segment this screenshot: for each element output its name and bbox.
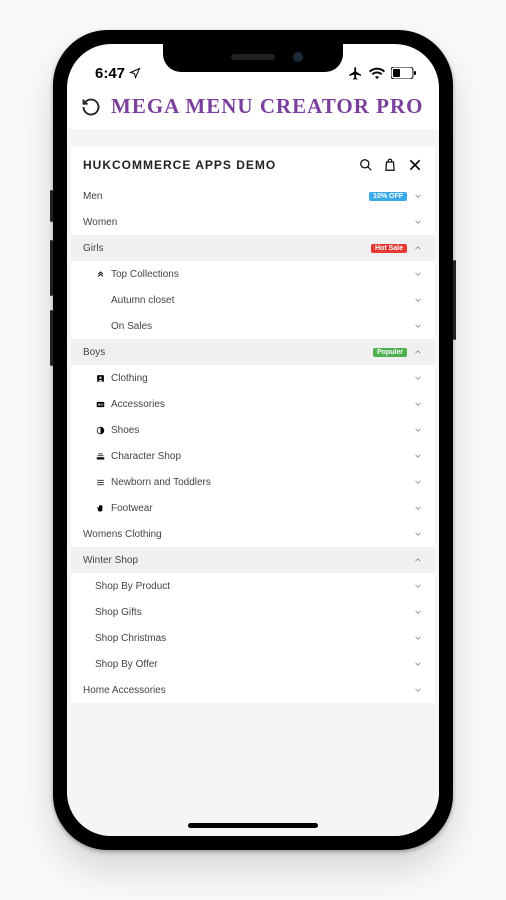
chevron-down-icon (413, 607, 423, 617)
chevron-down-icon (413, 529, 423, 539)
submenu-autumn-closet[interactable]: Autumn closet (71, 287, 435, 313)
wifi-icon (369, 67, 385, 79)
menu-item-girls[interactable]: Girls Hot Sale (71, 235, 435, 261)
chevron-down-icon (413, 269, 423, 279)
chevron-down-icon (413, 217, 423, 227)
volume-up (50, 240, 53, 296)
card-icon (95, 400, 105, 409)
airplane-icon (348, 66, 363, 81)
badge-popular: Populer (373, 348, 407, 357)
phone-notch (163, 44, 343, 72)
app-title: MEGA MENU CREATOR PRO (111, 94, 423, 119)
chevron-down-icon (413, 191, 423, 201)
app-bar: MEGA MENU CREATOR PRO (67, 88, 439, 129)
bag-icon[interactable] (383, 158, 397, 172)
contrast-icon (95, 426, 105, 435)
volume-down (50, 310, 53, 366)
home-indicator[interactable] (188, 823, 318, 828)
menu-item-home-accessories[interactable]: Home Accessories (71, 677, 435, 703)
double-chevron-up-icon (95, 270, 105, 279)
chevron-down-icon (413, 399, 423, 409)
submenu-on-sales[interactable]: On Sales (71, 313, 435, 339)
menu-label: Girls (83, 243, 365, 254)
menu-label: Boys (83, 347, 367, 358)
chevron-up-icon (413, 243, 423, 253)
menu-label: Winter Shop (83, 555, 407, 566)
submenu-label: Shoes (111, 425, 407, 436)
chevron-down-icon (413, 425, 423, 435)
badge-discount: 10% OFF (369, 192, 407, 201)
content-area: HUKCOMMERCE APPS DEMO Men 10% OFF (67, 129, 439, 836)
chevron-down-icon (413, 659, 423, 669)
chevron-up-icon (413, 347, 423, 357)
menu-label: Home Accessories (83, 685, 407, 696)
menu-item-men[interactable]: Men 10% OFF (71, 183, 435, 209)
submenu-label: Shop By Product (95, 581, 407, 592)
submenu-label: Newborn and Toddlers (111, 477, 407, 488)
menu-label: Women (83, 217, 407, 228)
chevron-down-icon (413, 295, 423, 305)
submenu-label: Character Shop (111, 451, 407, 462)
menu-item-womens-clothing[interactable]: Womens Clothing (71, 521, 435, 547)
submenu-character-shop[interactable]: Character Shop (71, 443, 435, 469)
chevron-down-icon (413, 633, 423, 643)
chevron-down-icon (413, 581, 423, 591)
person-card-icon (95, 374, 105, 383)
chevron-down-icon (413, 503, 423, 513)
menu-item-boys[interactable]: Boys Populer (71, 339, 435, 365)
chevron-down-icon (413, 321, 423, 331)
submenu-label: Clothing (111, 373, 407, 384)
chevron-down-icon (413, 685, 423, 695)
chevron-down-icon (413, 373, 423, 383)
refresh-icon[interactable] (81, 97, 101, 117)
submenu-label: Top Collections (111, 269, 407, 280)
search-icon[interactable] (359, 158, 373, 172)
submenu-label: Footwear (111, 503, 407, 514)
phone-frame: 6:47 MEGA MENU CREATOR PRO HUKCOMMER (53, 30, 453, 850)
power-button (453, 260, 456, 340)
mute-switch (50, 190, 53, 222)
chevron-up-icon (413, 555, 423, 565)
close-icon[interactable] (407, 157, 423, 173)
submenu-label: Shop Gifts (95, 607, 407, 618)
submenu-shop-by-product[interactable]: Shop By Product (71, 573, 435, 599)
site-header: HUKCOMMERCE APPS DEMO (71, 147, 435, 183)
submenu-label: Autumn closet (111, 295, 407, 306)
badge-hot-sale: Hot Sale (371, 244, 407, 253)
menu-label: Womens Clothing (83, 529, 407, 540)
site-title: HUKCOMMERCE APPS DEMO (83, 158, 276, 172)
submenu-shop-by-offer[interactable]: Shop By Offer (71, 651, 435, 677)
submenu-shop-christmas[interactable]: Shop Christmas (71, 625, 435, 651)
submenu-shop-gifts[interactable]: Shop Gifts (71, 599, 435, 625)
list-icon (95, 478, 105, 487)
menu-label: Men (83, 191, 363, 202)
submenu-label: Shop By Offer (95, 659, 407, 670)
submenu-top-collections[interactable]: Top Collections (71, 261, 435, 287)
submenu-label: On Sales (111, 321, 407, 332)
menu-item-women[interactable]: Women (71, 209, 435, 235)
location-icon (129, 67, 141, 79)
chevron-down-icon (413, 451, 423, 461)
chevron-down-icon (413, 477, 423, 487)
submenu-shoes[interactable]: Shoes (71, 417, 435, 443)
submenu-label: Accessories (111, 399, 407, 410)
submenu-label: Shop Christmas (95, 633, 407, 644)
submenu-footwear[interactable]: Footwear (71, 495, 435, 521)
battery-icon (391, 67, 417, 79)
status-time: 6:47 (95, 65, 125, 82)
submenu-clothing[interactable]: Clothing (71, 365, 435, 391)
menu-item-winter-shop[interactable]: Winter Shop (71, 547, 435, 573)
hand-icon (95, 504, 105, 513)
submenu-newborn-toddlers[interactable]: Newborn and Toddlers (71, 469, 435, 495)
submenu-accessories[interactable]: Accessories (71, 391, 435, 417)
layers-icon (95, 452, 105, 461)
